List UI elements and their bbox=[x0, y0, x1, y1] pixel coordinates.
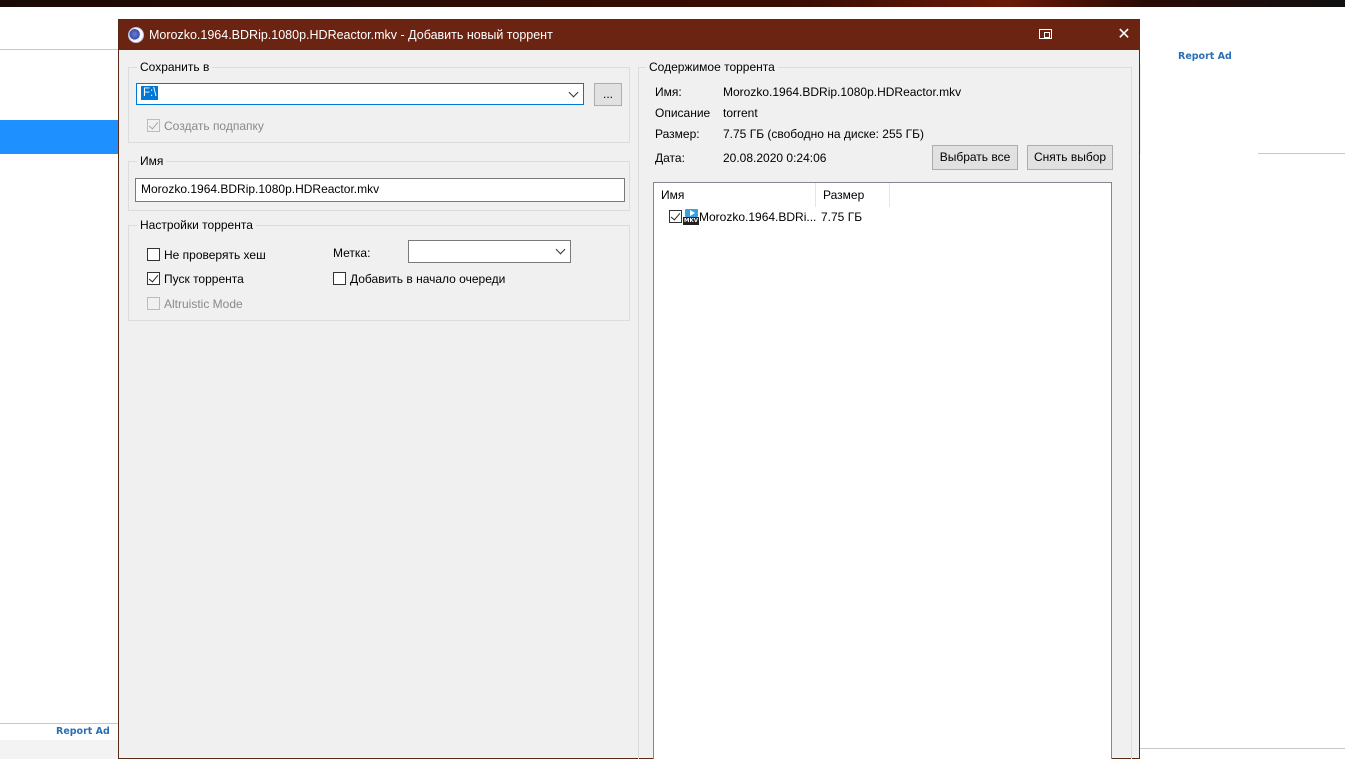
info-size-value: 7.75 ГБ (свободно на диске: 255 ГБ) bbox=[723, 127, 925, 141]
file-row[interactable]: MKV Morozko.1964.BDRi... 7.75 ГБ bbox=[654, 207, 1111, 227]
report-ad-link-bottom[interactable]: Report Ad bbox=[56, 726, 110, 737]
save-path-combo[interactable]: F:\ bbox=[136, 83, 584, 105]
background-divider bbox=[0, 723, 118, 724]
column-header-size[interactable]: Размер bbox=[816, 183, 890, 207]
dialog-title: Morozko.1964.BDRip.1080p.HDReactor.mkv -… bbox=[149, 28, 553, 42]
skip-hash-checkbox[interactable] bbox=[147, 248, 160, 261]
info-name-value: Morozko.1964.BDRip.1080p.HDReactor.mkv bbox=[723, 85, 962, 99]
file-list[interactable]: Имя Размер MKV Morozko.1964.BDRi... 7.75… bbox=[653, 182, 1112, 759]
save-path-value: F:\ bbox=[141, 86, 159, 100]
file-size: 7.75 ГБ bbox=[821, 210, 863, 224]
mkv-file-icon: MKV bbox=[683, 209, 699, 225]
altruistic-mode-checkbox bbox=[147, 297, 160, 310]
close-button[interactable]: ✕ bbox=[1109, 24, 1139, 46]
name-legend: Имя bbox=[137, 154, 167, 168]
report-ad-link-top[interactable]: Report Ad bbox=[1178, 51, 1232, 62]
background-divider bbox=[0, 49, 118, 50]
add-to-top-label[interactable]: Добавить в начало очереди bbox=[350, 272, 505, 286]
skip-hash-label[interactable]: Не проверять хеш bbox=[164, 248, 266, 262]
browse-button[interactable]: ... bbox=[594, 83, 622, 106]
mkv-icon-text: MKV bbox=[683, 217, 699, 225]
info-name-key: Имя: bbox=[655, 85, 682, 99]
chevron-down-icon[interactable] bbox=[568, 87, 579, 98]
chevron-down-icon[interactable] bbox=[555, 244, 566, 255]
background-divider bbox=[1140, 748, 1345, 749]
altruistic-mode-label: Altruistic Mode bbox=[164, 297, 243, 311]
label-caption: Метка: bbox=[333, 246, 371, 260]
dialog-titlebar[interactable]: Morozko.1964.BDRip.1080p.HDReactor.mkv -… bbox=[119, 20, 1139, 50]
deselect-all-button[interactable]: Снять выбор bbox=[1027, 145, 1113, 170]
checkmark-icon bbox=[148, 272, 159, 283]
utorrent-app-icon bbox=[128, 27, 144, 43]
background-header-strip bbox=[0, 0, 1345, 7]
select-all-button[interactable]: Выбрать все bbox=[932, 145, 1018, 170]
background-nav-highlight bbox=[0, 120, 118, 154]
add-to-top-checkbox[interactable] bbox=[333, 272, 346, 285]
checkmark-icon bbox=[670, 210, 681, 221]
info-description-value: torrent bbox=[723, 106, 758, 120]
info-date-key: Дата: bbox=[655, 151, 685, 165]
file-checkbox[interactable] bbox=[669, 210, 682, 223]
save-to-legend: Сохранить в bbox=[137, 60, 213, 74]
start-torrent-label[interactable]: Пуск торрента bbox=[164, 272, 244, 286]
file-name: Morozko.1964.BDRi... bbox=[699, 210, 817, 224]
start-torrent-checkbox[interactable] bbox=[147, 272, 160, 285]
label-combo[interactable] bbox=[408, 240, 571, 263]
torrent-settings-legend: Настройки торрента bbox=[137, 218, 256, 232]
torrent-contents-legend: Содержимое торрента bbox=[646, 60, 778, 74]
create-subfolder-label: Создать подпапку bbox=[164, 119, 264, 133]
checkmark-icon bbox=[148, 119, 159, 130]
restore-button[interactable] bbox=[1031, 25, 1061, 45]
background-ad-box bbox=[1140, 64, 1258, 154]
add-torrent-dialog: Morozko.1964.BDRip.1080p.HDReactor.mkv -… bbox=[118, 19, 1140, 759]
torrent-name-field[interactable]: Morozko.1964.BDRip.1080p.HDReactor.mkv bbox=[135, 178, 625, 202]
create-subfolder-checkbox bbox=[147, 119, 160, 132]
column-header-name[interactable]: Имя bbox=[654, 183, 816, 207]
info-size-key: Размер: bbox=[655, 127, 700, 141]
info-description-key: Описание bbox=[655, 106, 711, 120]
info-date-value: 20.08.2020 0:24:06 bbox=[723, 151, 827, 165]
restore-icon bbox=[1039, 29, 1052, 39]
background-footer-band bbox=[0, 740, 118, 759]
